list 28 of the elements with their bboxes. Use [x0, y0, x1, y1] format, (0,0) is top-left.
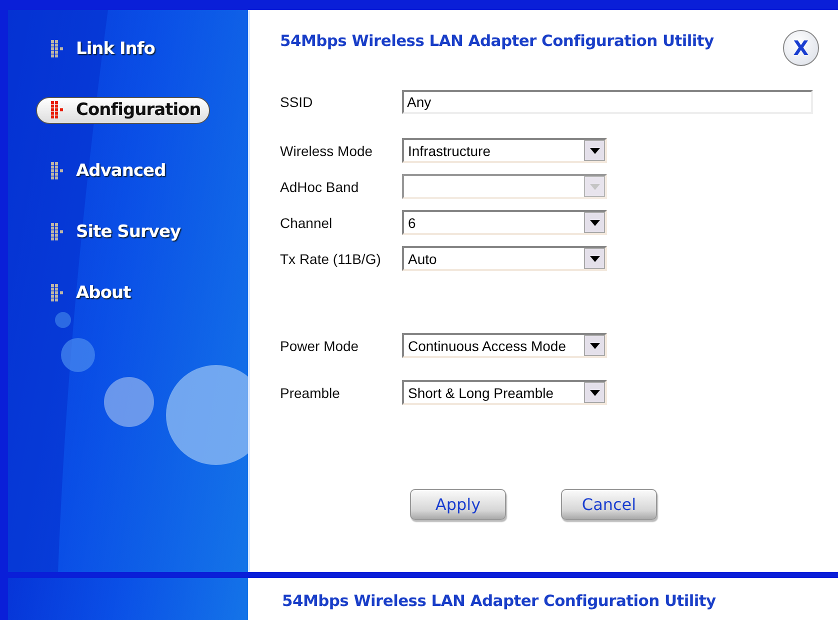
dropdown[interactable]: Auto: [402, 246, 607, 271]
field-label: Power Mode: [280, 338, 360, 354]
field-label: Wireless Mode: [280, 142, 374, 158]
field-label: AdHoc Band: [280, 178, 360, 194]
dots-icon: [51, 101, 64, 119]
close-button[interactable]: X: [783, 30, 819, 66]
dropdown[interactable]: Short & Long Preamble: [402, 380, 607, 405]
sidebar-item[interactable]: Configuration: [36, 97, 210, 124]
field-label: SSID: [280, 94, 314, 110]
field-label: Tx Rate (11B/G): [280, 250, 382, 266]
dropdown[interactable]: Continuous Access Mode: [402, 333, 607, 358]
dialog-button[interactable]: Apply: [410, 489, 506, 520]
sidebar-item[interactable]: Advanced: [36, 158, 175, 185]
app-title: 54Mbps Wireless LAN Adapter Configuration Utility: [282, 592, 717, 610]
dots-icon: [51, 284, 64, 302]
sidebar-item[interactable]: Link Info: [36, 36, 164, 63]
field-label: Channel: [280, 214, 334, 230]
ssid-field[interactable]: Any: [402, 90, 813, 114]
dots-icon: [51, 40, 64, 58]
dropdown[interactable]: 6: [402, 210, 607, 235]
sidebar-item[interactable]: Site Survey: [36, 219, 190, 246]
sidebar-item[interactable]: About: [36, 280, 140, 307]
dropdown[interactable]: Infrastructure: [402, 138, 607, 163]
field-label: Preamble: [280, 384, 341, 400]
dots-icon: [51, 162, 64, 180]
dialog-button[interactable]: Cancel: [561, 489, 657, 520]
dots-icon: [51, 223, 64, 241]
app-title: 54Mbps Wireless LAN Adapter Configuration Utility: [280, 32, 714, 50]
